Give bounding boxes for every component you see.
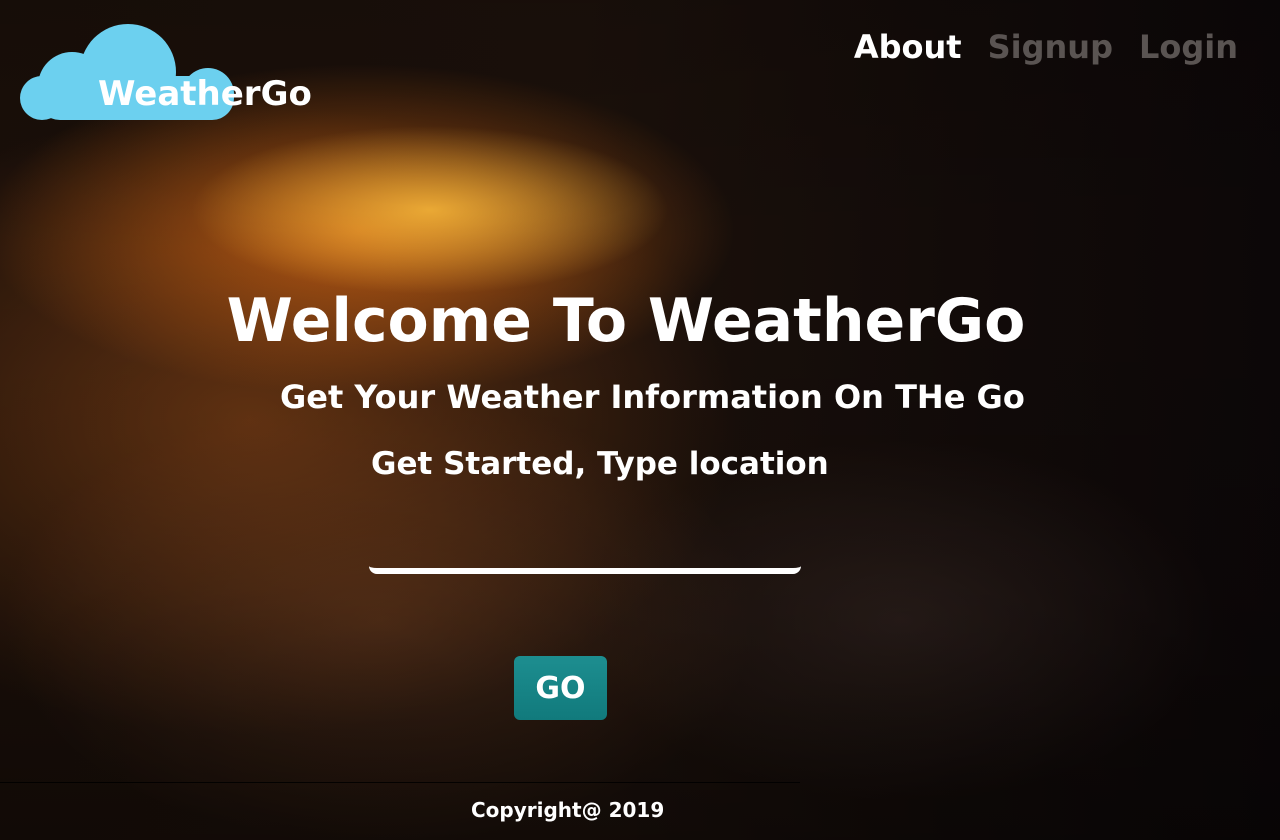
- brand-name: WeatherGo: [98, 74, 312, 114]
- nav-login-link[interactable]: Login: [1139, 28, 1238, 66]
- nav-signup-link[interactable]: Signup: [988, 28, 1113, 66]
- landing-page: WeatherGo About Signup Login Welcome To …: [0, 0, 1280, 840]
- go-button[interactable]: GO: [514, 656, 607, 720]
- top-nav: About Signup Login: [854, 28, 1238, 66]
- page-title: Welcome To WeatherGo: [226, 286, 1026, 356]
- get-started-prompt: Get Started, Type location: [371, 446, 829, 482]
- location-input[interactable]: [369, 530, 801, 574]
- copyright-text: Copyright@ 2019: [471, 798, 665, 822]
- hero-subtitle: Get Your Weather Information On THe Go: [280, 378, 1025, 416]
- logo[interactable]: WeatherGo: [10, 22, 312, 122]
- footer-divider: [0, 782, 800, 783]
- nav-about-link[interactable]: About: [854, 28, 962, 66]
